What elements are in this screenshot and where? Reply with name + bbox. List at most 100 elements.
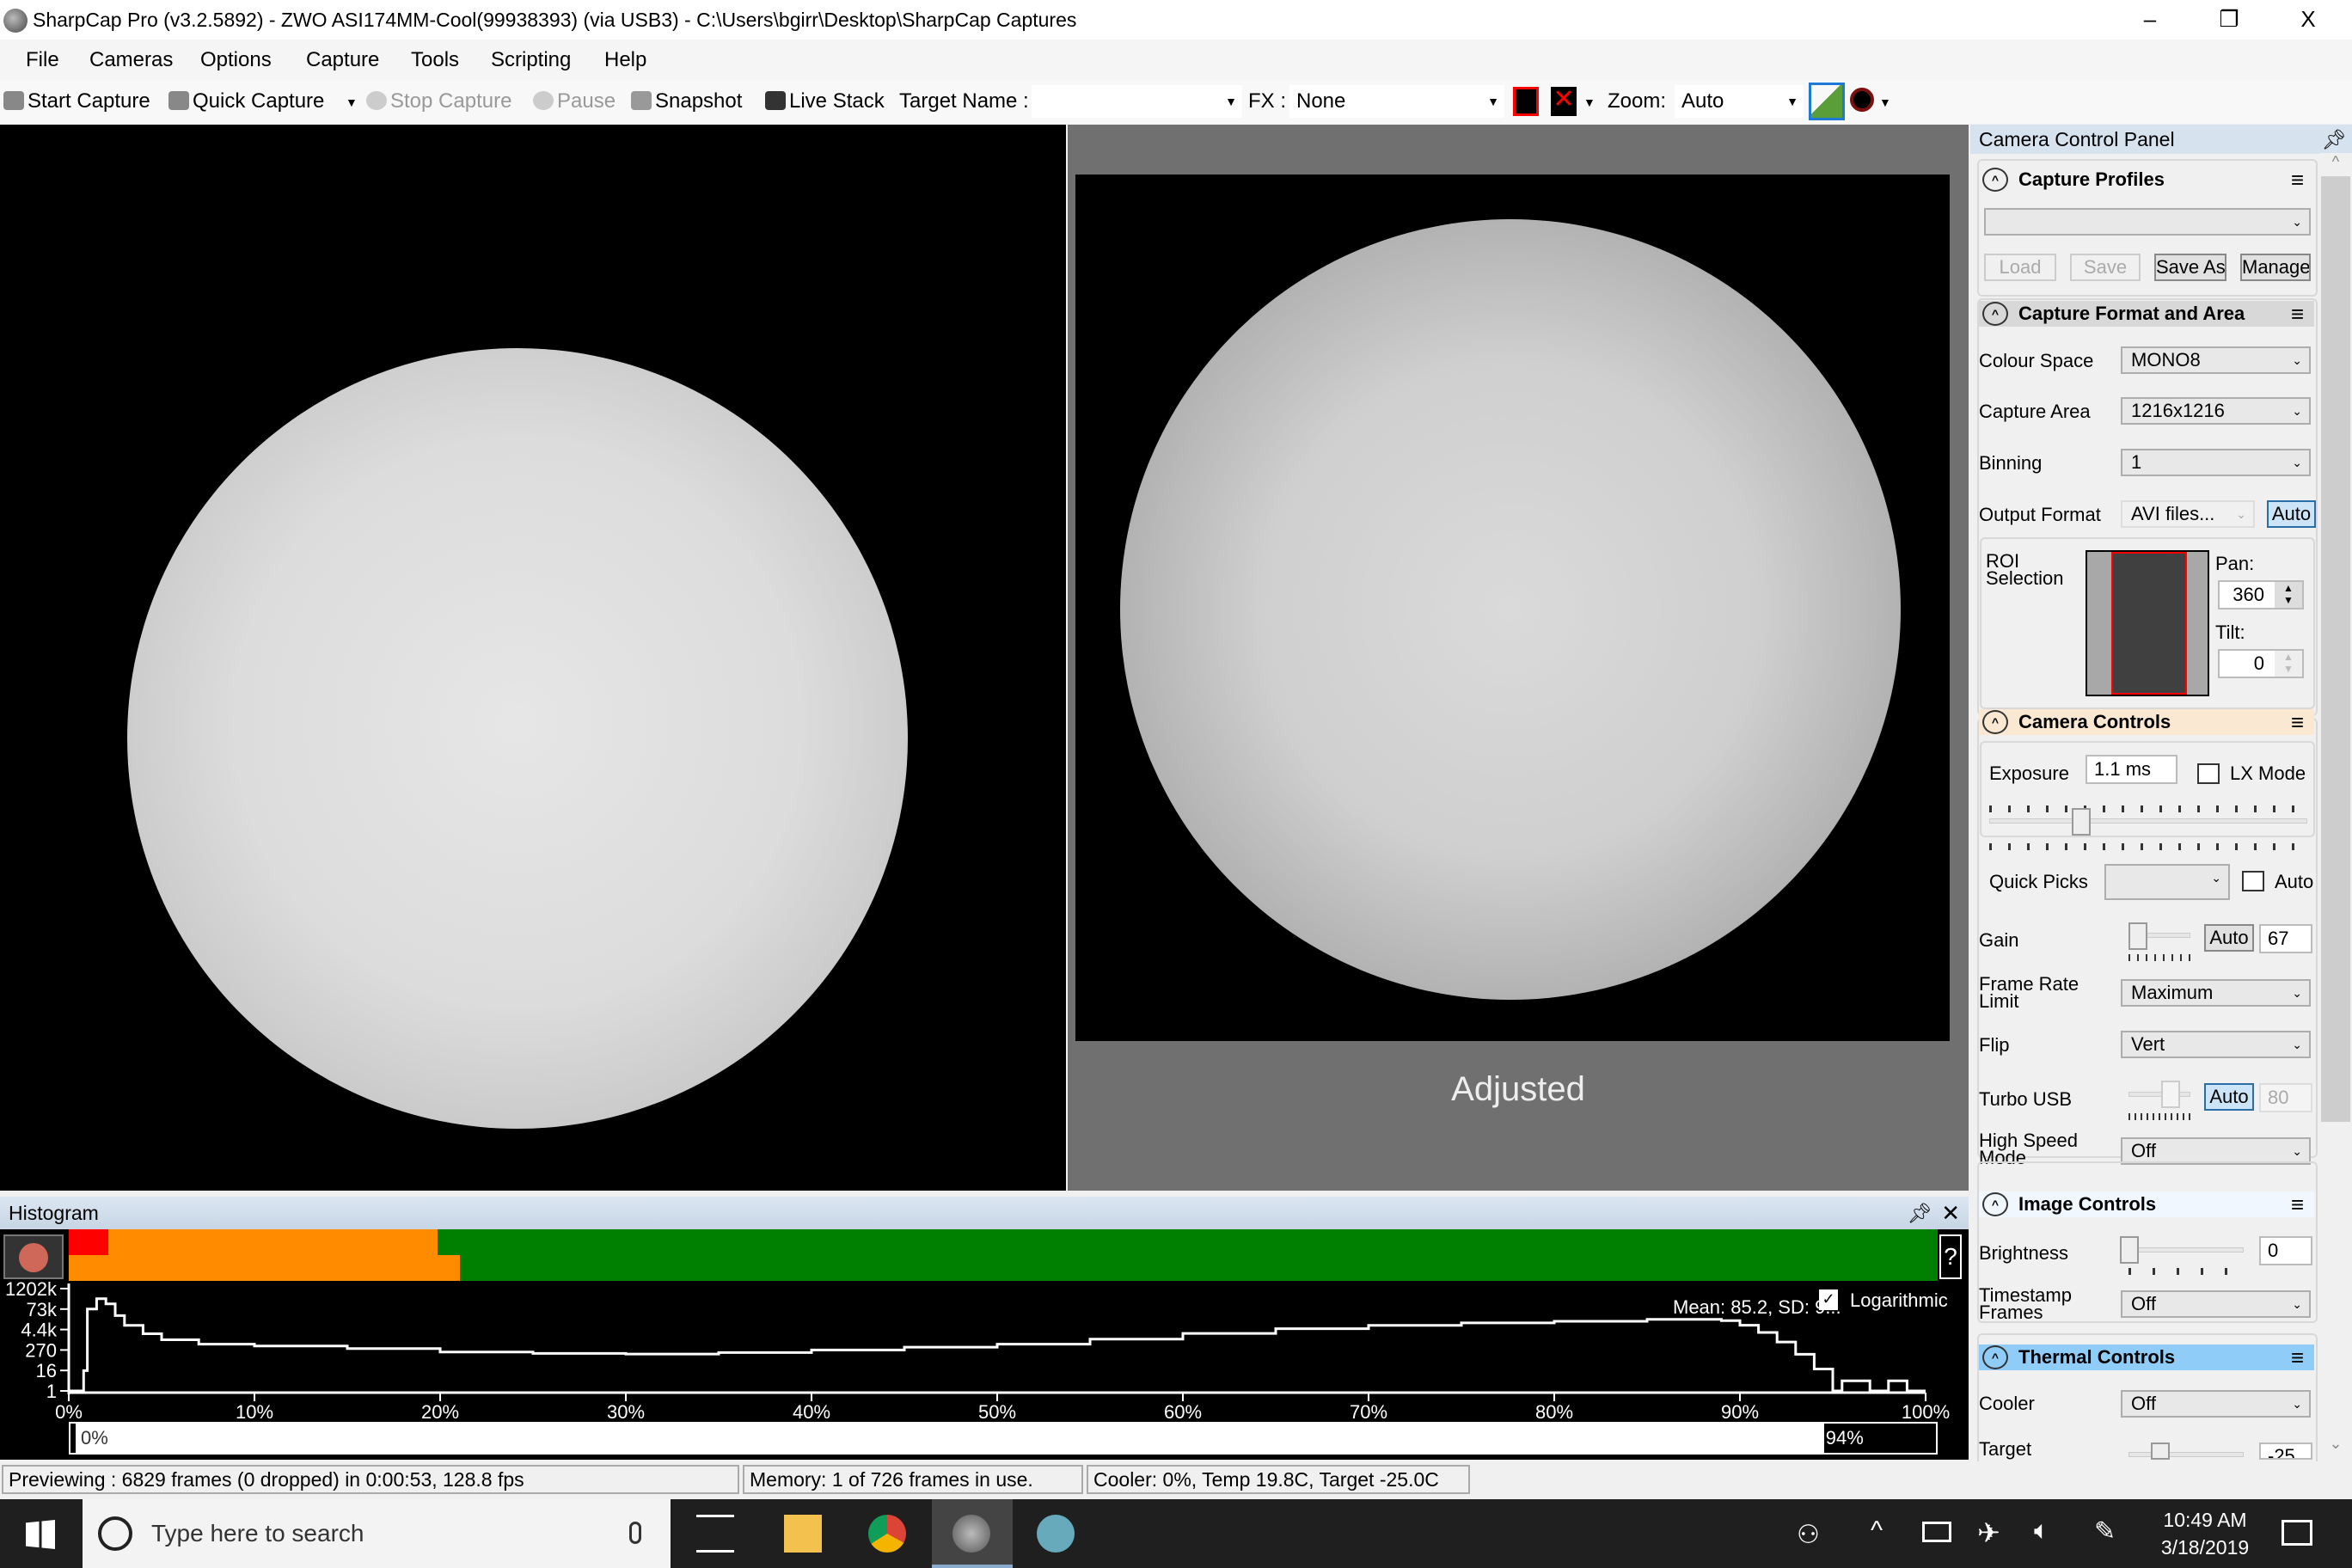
turbo-usb-slider-thumb[interactable] — [2161, 1081, 2180, 1108]
brightness-slider-thumb[interactable] — [2120, 1236, 2139, 1264]
menu-scripting[interactable]: Scripting — [491, 48, 571, 72]
gain-slider-thumb[interactable] — [2128, 922, 2147, 950]
zoom-combo[interactable]: Auto ▼ — [1675, 85, 1804, 118]
histogram-range-fill[interactable] — [76, 1424, 1824, 1453]
pin-icon[interactable]: 📌︎ — [1908, 1197, 1932, 1229]
load-button[interactable]: Load — [1984, 254, 2056, 281]
maximize-button[interactable]: ❐ — [2190, 0, 2268, 40]
close-button[interactable]: X — [2269, 0, 2347, 40]
auto-exposure-checkbox[interactable] — [2242, 871, 2264, 891]
scroll-up-icon[interactable]: ^ — [2319, 153, 2352, 171]
chevron-up-icon[interactable]: ^ — [1871, 1516, 1883, 1546]
gain-input[interactable]: 67 — [2259, 924, 2312, 953]
roi-rectangle[interactable] — [2111, 552, 2187, 695]
collapse-icon[interactable]: ^ — [1982, 1345, 2008, 1369]
chevron-down-icon[interactable]: ▼ — [1583, 95, 1596, 109]
hamburger-menu-icon[interactable]: ≡ — [2291, 1193, 2304, 1216]
target-name-combo[interactable]: ▼ — [1032, 85, 1242, 118]
pan-spinner[interactable]: ▲ ▼ — [2275, 582, 2302, 608]
target-temp-slider-thumb[interactable] — [2151, 1442, 2170, 1460]
binning-select[interactable]: 1 ⌄ — [2121, 449, 2311, 476]
help-button[interactable]: ? — [1939, 1234, 1962, 1279]
exposure-input[interactable]: 1.1 ms — [2086, 755, 2177, 784]
exposure-slider[interactable] — [1989, 818, 2307, 824]
histogram-range-bar[interactable]: 0% 94% — [69, 1422, 1938, 1455]
sharpcap-app-icon[interactable] — [3, 9, 28, 33]
tilt-spinner[interactable]: ▲ ▼ — [2275, 651, 2302, 677]
frame-rate-limit-select[interactable]: Maximum ⌄ — [2121, 979, 2311, 1007]
network-icon[interactable]: ✈ — [1977, 1516, 2000, 1549]
fx-combo[interactable]: None ▼ — [1289, 85, 1504, 118]
brightness-input[interactable]: 0 — [2259, 1236, 2312, 1265]
scroll-down-icon[interactable]: ⌄ — [2319, 1435, 2352, 1453]
save-as-button[interactable]: Save As — [2154, 254, 2226, 281]
stop-capture-button[interactable]: Stop Capture — [366, 89, 511, 113]
capture-profiles-header[interactable]: ^ Capture Profiles ≡ — [1979, 167, 2314, 193]
magnifier-icon[interactable] — [1850, 88, 1874, 112]
capture-format-header[interactable]: ^ Capture Format and Area ≡ — [1979, 301, 2314, 327]
pause-button[interactable]: Pause — [533, 89, 616, 113]
menu-cameras[interactable]: Cameras — [89, 48, 173, 72]
pin-icon[interactable]: 📌︎ — [2322, 125, 2347, 154]
menu-capture[interactable]: Capture — [306, 48, 379, 72]
chevron-down-icon[interactable]: ▼ — [1879, 95, 1891, 109]
roi-selector[interactable] — [2086, 550, 2209, 696]
clock[interactable]: 10:49 AM 3/18/2019 — [2149, 1506, 2261, 1561]
logarithmic-checkbox[interactable]: ✓ — [1819, 1289, 1838, 1310]
volume-icon[interactable]: 🔈︎ — [2034, 1516, 2049, 1546]
target-temp-input[interactable]: -25 — [2259, 1442, 2312, 1460]
cooler-select[interactable]: Off ⌄ — [2121, 1390, 2311, 1418]
save-button[interactable]: Save — [2070, 254, 2141, 281]
timestamp-frames-select[interactable]: Off ⌄ — [2121, 1290, 2311, 1318]
hamburger-menu-icon[interactable]: ≡ — [2291, 1346, 2304, 1369]
turbo-usb-input[interactable]: 80 — [2259, 1083, 2312, 1112]
start-capture-button[interactable]: Start Capture — [3, 89, 150, 113]
exposure-slider-thumb[interactable] — [2072, 808, 2091, 836]
output-format-auto-button[interactable]: Auto — [2267, 500, 2316, 528]
capture-area-select[interactable]: 1216x1216 ⌄ — [2121, 397, 2311, 425]
hamburger-menu-icon[interactable]: ≡ — [2291, 711, 2304, 733]
collapse-icon[interactable]: ^ — [1982, 302, 2008, 326]
windows-start-icon[interactable] — [26, 1520, 55, 1549]
turbo-usb-slider[interactable] — [2128, 1092, 2190, 1097]
target-temp-slider[interactable] — [2128, 1452, 2244, 1457]
camera-controls-header[interactable]: ^ Camera Controls ≡ — [1979, 709, 2314, 735]
frame-icon[interactable] — [1513, 87, 1539, 116]
collapse-icon[interactable]: ^ — [1982, 710, 2008, 734]
thermal-controls-header[interactable]: ^ Thermal Controls ≡ — [1979, 1344, 2314, 1370]
raw-image-view[interactable] — [0, 125, 1066, 1191]
battery-icon[interactable] — [1922, 1522, 1951, 1542]
adjusted-image-view[interactable]: Adjusted — [1068, 125, 1969, 1191]
paint-icon[interactable] — [1037, 1515, 1075, 1553]
snapshot-button[interactable]: Snapshot — [631, 89, 742, 113]
flip-select[interactable]: Vert ⌄ — [2121, 1031, 2311, 1058]
task-view-icon[interactable] — [696, 1515, 734, 1553]
minimize-button[interactable]: – — [2111, 0, 2189, 40]
collapse-icon[interactable]: ^ — [1982, 168, 2008, 192]
histogram-toggle-icon[interactable] — [1809, 83, 1845, 120]
output-format-select[interactable]: AVI files... ⌄ — [2121, 500, 2255, 528]
menu-options[interactable]: Options — [200, 48, 272, 72]
lx-mode-checkbox[interactable] — [2197, 763, 2220, 784]
turbo-usb-auto-button[interactable]: Auto — [2204, 1083, 2254, 1111]
sharpcap-taskbar-button[interactable] — [932, 1499, 1013, 1568]
colour-space-select[interactable]: MONO8 ⌄ — [2121, 346, 2311, 374]
pen-icon[interactable]: ✎ — [2094, 1516, 2116, 1547]
crosshair-icon[interactable]: ✕ — [1551, 87, 1577, 116]
taskbar-search-box[interactable]: Type here to search — [83, 1499, 671, 1568]
live-stack-button[interactable]: Live Stack — [765, 89, 885, 113]
quick-capture-button[interactable]: Quick Capture — [168, 89, 324, 113]
image-controls-header[interactable]: ^ Image Controls ≡ — [1979, 1191, 2314, 1217]
capture-profile-select[interactable]: ⌄ — [1984, 208, 2311, 236]
notifications-icon[interactable] — [2282, 1520, 2312, 1546]
quick-capture-dropdown-icon[interactable]: ▼ — [346, 95, 358, 109]
quick-picks-select[interactable]: ⌄ — [2104, 864, 2230, 900]
manage-button[interactable]: Manage — [2240, 254, 2311, 281]
close-icon[interactable]: ✕ — [1941, 1197, 1960, 1229]
chrome-icon[interactable] — [868, 1515, 906, 1553]
menu-tools[interactable]: Tools — [411, 48, 459, 72]
microphone-icon[interactable] — [629, 1522, 641, 1544]
hamburger-menu-icon[interactable]: ≡ — [2291, 303, 2304, 325]
menu-file[interactable]: File — [26, 48, 59, 72]
menu-help[interactable]: Help — [604, 48, 646, 72]
